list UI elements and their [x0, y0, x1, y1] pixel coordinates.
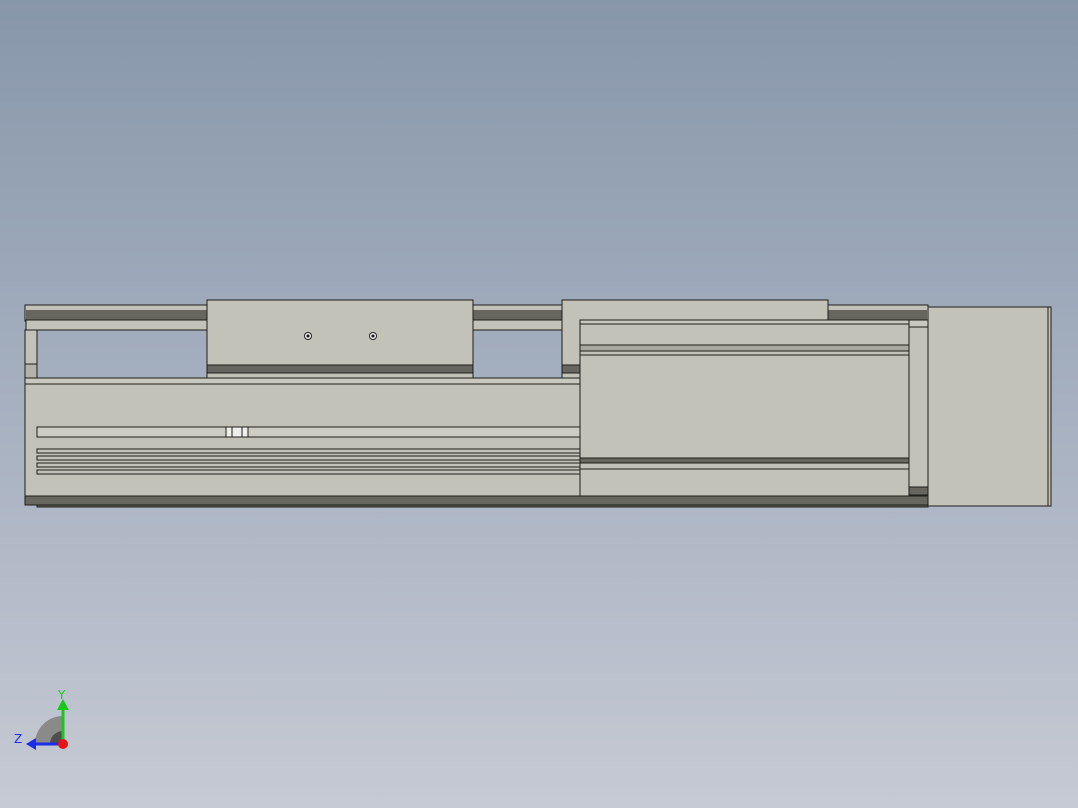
- right-carriage-base: [561, 364, 581, 374]
- mounting-hole-center: [371, 334, 375, 338]
- end-flange: [908, 319, 929, 497]
- end-flange-bottom-band: [908, 486, 929, 496]
- mounting-hole-center: [306, 334, 310, 338]
- body-top-strip: [24, 377, 581, 385]
- slot-indicator: [225, 426, 249, 438]
- base-plate: [24, 495, 929, 506]
- motor-block[interactable]: [927, 306, 1052, 507]
- left-carriage[interactable]: [206, 299, 474, 366]
- orientation-triad: Y Z: [14, 688, 69, 750]
- body-groove: [36, 469, 581, 475]
- housing-lower-band: [579, 457, 910, 464]
- left-end-foot: [24, 363, 38, 379]
- linear-actuator-model[interactable]: [0, 0, 1078, 808]
- z-axis-label: Z: [14, 732, 22, 746]
- cad-viewport[interactable]: Y Z: [0, 0, 1078, 808]
- body-groove: [36, 462, 581, 468]
- base-plate-lower: [36, 504, 929, 508]
- right-carriage-skirt: [561, 372, 581, 379]
- z-axis-arrow-icon: [26, 738, 36, 750]
- x-axis-icon: [58, 739, 68, 749]
- end-flange-top-band: [908, 319, 929, 328]
- y-axis-label: Y: [57, 688, 66, 702]
- left-carriage-skirt: [206, 372, 474, 379]
- body-groove: [36, 455, 581, 461]
- housing-top-edge: [579, 319, 910, 325]
- housing-upper-band: [579, 344, 910, 352]
- left-carriage-base: [206, 364, 474, 374]
- body-slot: [36, 426, 581, 438]
- body-groove: [36, 448, 581, 454]
